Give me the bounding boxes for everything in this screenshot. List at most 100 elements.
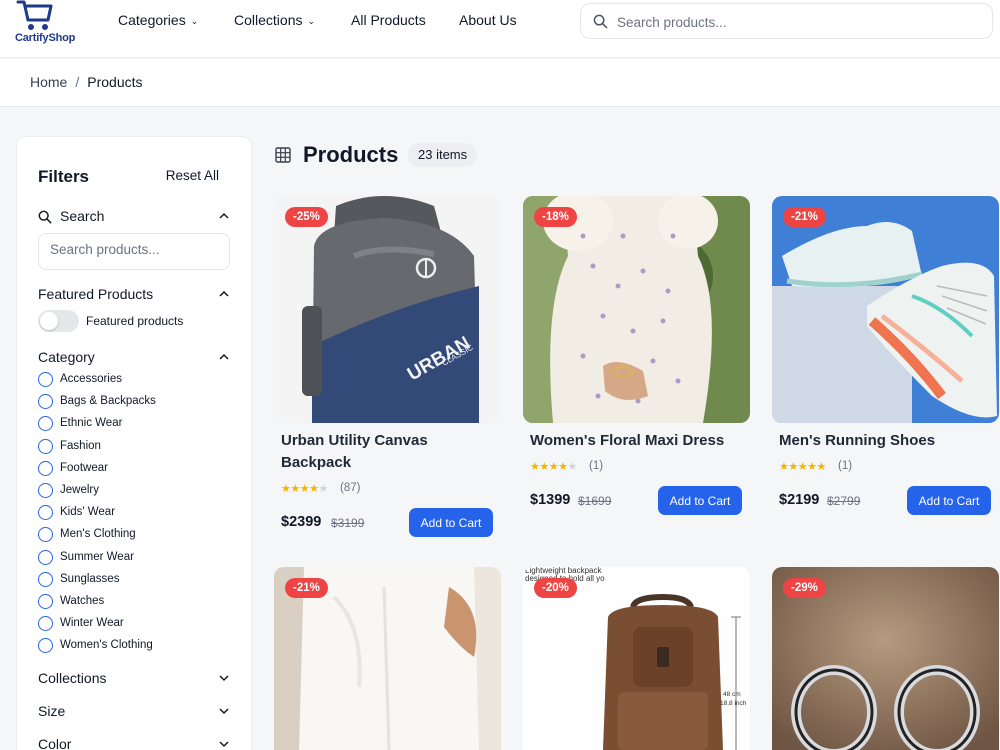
add-to-cart-button[interactable]: Add to Cart	[658, 486, 742, 515]
radio-button[interactable]	[38, 571, 53, 587]
nav-about-us[interactable]: About Us	[459, 12, 517, 28]
discount-badge: -21%	[285, 578, 328, 598]
featured-section-header[interactable]: Featured Products	[38, 286, 230, 302]
star-icon: ★	[318, 483, 328, 495]
star-rating: ★★★★★	[779, 460, 826, 473]
review-count: (1)	[589, 460, 604, 472]
color-section-header[interactable]: Color	[38, 736, 230, 750]
featured-toggle[interactable]	[38, 310, 79, 332]
radio-button[interactable]	[38, 460, 53, 476]
radio-button[interactable]	[38, 416, 53, 432]
star-icon: ★★★★	[281, 483, 319, 495]
chevron-down-icon: ⌄	[190, 16, 199, 26]
price: $1399	[530, 492, 571, 508]
chevron-down-icon	[219, 708, 229, 715]
product-name[interactable]: Women's Floral Maxi Dress	[530, 430, 750, 452]
chevron-down-icon	[219, 741, 229, 748]
radio-button[interactable]	[38, 594, 53, 609]
category-section-label: Category	[38, 349, 95, 365]
star-icon: ★★★★★	[779, 461, 826, 473]
star-icon: ★	[567, 461, 577, 473]
star-rating: ★★★★★	[281, 482, 328, 495]
review-count: (1)	[838, 460, 853, 472]
radio-button[interactable]	[38, 527, 53, 543]
review-count: (87)	[340, 482, 361, 494]
chevron-up-icon	[219, 290, 229, 297]
category-option-label: Footwear	[60, 461, 108, 474]
old-price: $3199	[331, 516, 365, 530]
chevron-up-icon	[219, 353, 229, 360]
search-section-label: Search	[60, 208, 105, 224]
filter-search-box	[38, 233, 230, 270]
size-section-label: Size	[38, 703, 66, 719]
category-option-label: Women's Clothing	[60, 639, 153, 652]
product-image[interactable]: -29%	[772, 567, 999, 750]
breadcrumb-separator: /	[75, 74, 80, 90]
discount-badge: -20%	[534, 578, 577, 598]
category-option-label: Ethnic Wear	[60, 417, 123, 430]
category-option-label: Summer Wear	[60, 550, 134, 563]
product-image[interactable]: URBAN CLASSIC -25%	[274, 196, 501, 423]
nav-collections[interactable]: Collections ⌄	[234, 12, 315, 28]
radio-button[interactable]	[38, 616, 53, 632]
reset-all-button[interactable]: Reset All	[166, 168, 219, 183]
price: $2399	[281, 514, 322, 530]
discount-badge: -18%	[534, 207, 577, 227]
top-header: CartifyShop Categories ⌄ Collections ⌄ All…	[0, 0, 1000, 58]
product-name[interactable]: Men's Running Shoes	[779, 430, 999, 452]
brand-name: CartifyShop	[15, 32, 76, 44]
color-section-label: Color	[38, 736, 72, 750]
radio-button[interactable]	[38, 638, 53, 654]
chevron-down-icon	[219, 675, 229, 682]
page-title: Products	[303, 142, 399, 167]
product-image[interactable]: -21%	[274, 567, 501, 750]
add-to-cart-button[interactable]: Add to Cart	[907, 486, 991, 515]
collections-section-label: Collections	[38, 670, 107, 686]
search-section-header[interactable]: Search	[38, 208, 230, 224]
size-section-header[interactable]: Size	[38, 703, 230, 719]
product-image[interactable]: Lightweight backpack designed to hold al…	[523, 567, 750, 750]
backpack-image: URBAN CLASSIC	[274, 196, 501, 423]
search-input[interactable]	[617, 11, 977, 33]
add-to-cart-button[interactable]: Add to Cart	[409, 508, 493, 537]
header-search	[580, 3, 993, 39]
discount-badge: -29%	[783, 578, 826, 598]
featured-toggle-label: Featured products	[86, 314, 184, 328]
radio-button[interactable]	[38, 505, 53, 521]
filters-sidebar: Filters Reset All Search Featured Produc…	[16, 136, 252, 750]
old-price: $1699	[578, 494, 612, 508]
product-name[interactable]: Urban Utility Canvas Backpack	[281, 430, 501, 474]
radio-button[interactable]	[38, 483, 53, 498]
price: $2199	[779, 492, 820, 508]
search-icon	[38, 210, 52, 224]
radio-button[interactable]	[38, 394, 53, 410]
radio-button[interactable]	[38, 438, 53, 454]
star-icon: ★★★★	[530, 461, 568, 473]
nav-collections-label: Collections	[234, 12, 303, 28]
breadcrumb-home[interactable]: Home	[30, 74, 67, 90]
category-option-label: Kids' Wear	[60, 506, 116, 519]
nav-all-products[interactable]: All Products	[351, 12, 426, 28]
filters-title: Filters	[38, 167, 90, 186]
grid-icon	[275, 147, 291, 163]
collections-section-header[interactable]: Collections	[38, 670, 230, 686]
radio-button[interactable]	[38, 372, 53, 387]
category-option-label: Fashion	[60, 439, 101, 452]
featured-section-label: Featured Products	[38, 286, 154, 302]
radio-button[interactable]	[38, 549, 53, 565]
product-image[interactable]: -18%	[523, 196, 750, 423]
product-image[interactable]: -21%	[772, 196, 999, 423]
nav-categories[interactable]: Categories ⌄	[118, 12, 198, 28]
shoes-image	[772, 196, 999, 423]
dimension-cm: 48 cm	[723, 691, 741, 698]
discount-badge: -21%	[783, 207, 826, 227]
dress-image	[523, 196, 750, 423]
category-option-label: Bags & Backpacks	[60, 395, 156, 408]
cart-logo-icon	[16, 0, 53, 30]
chevron-up-icon	[219, 212, 229, 219]
filter-search-input[interactable]	[50, 242, 220, 257]
category-option-label: Accessories	[60, 373, 122, 385]
old-price: $2799	[827, 494, 861, 508]
category-option-label: Watches	[60, 595, 105, 607]
category-section-header[interactable]: Category	[38, 349, 230, 365]
